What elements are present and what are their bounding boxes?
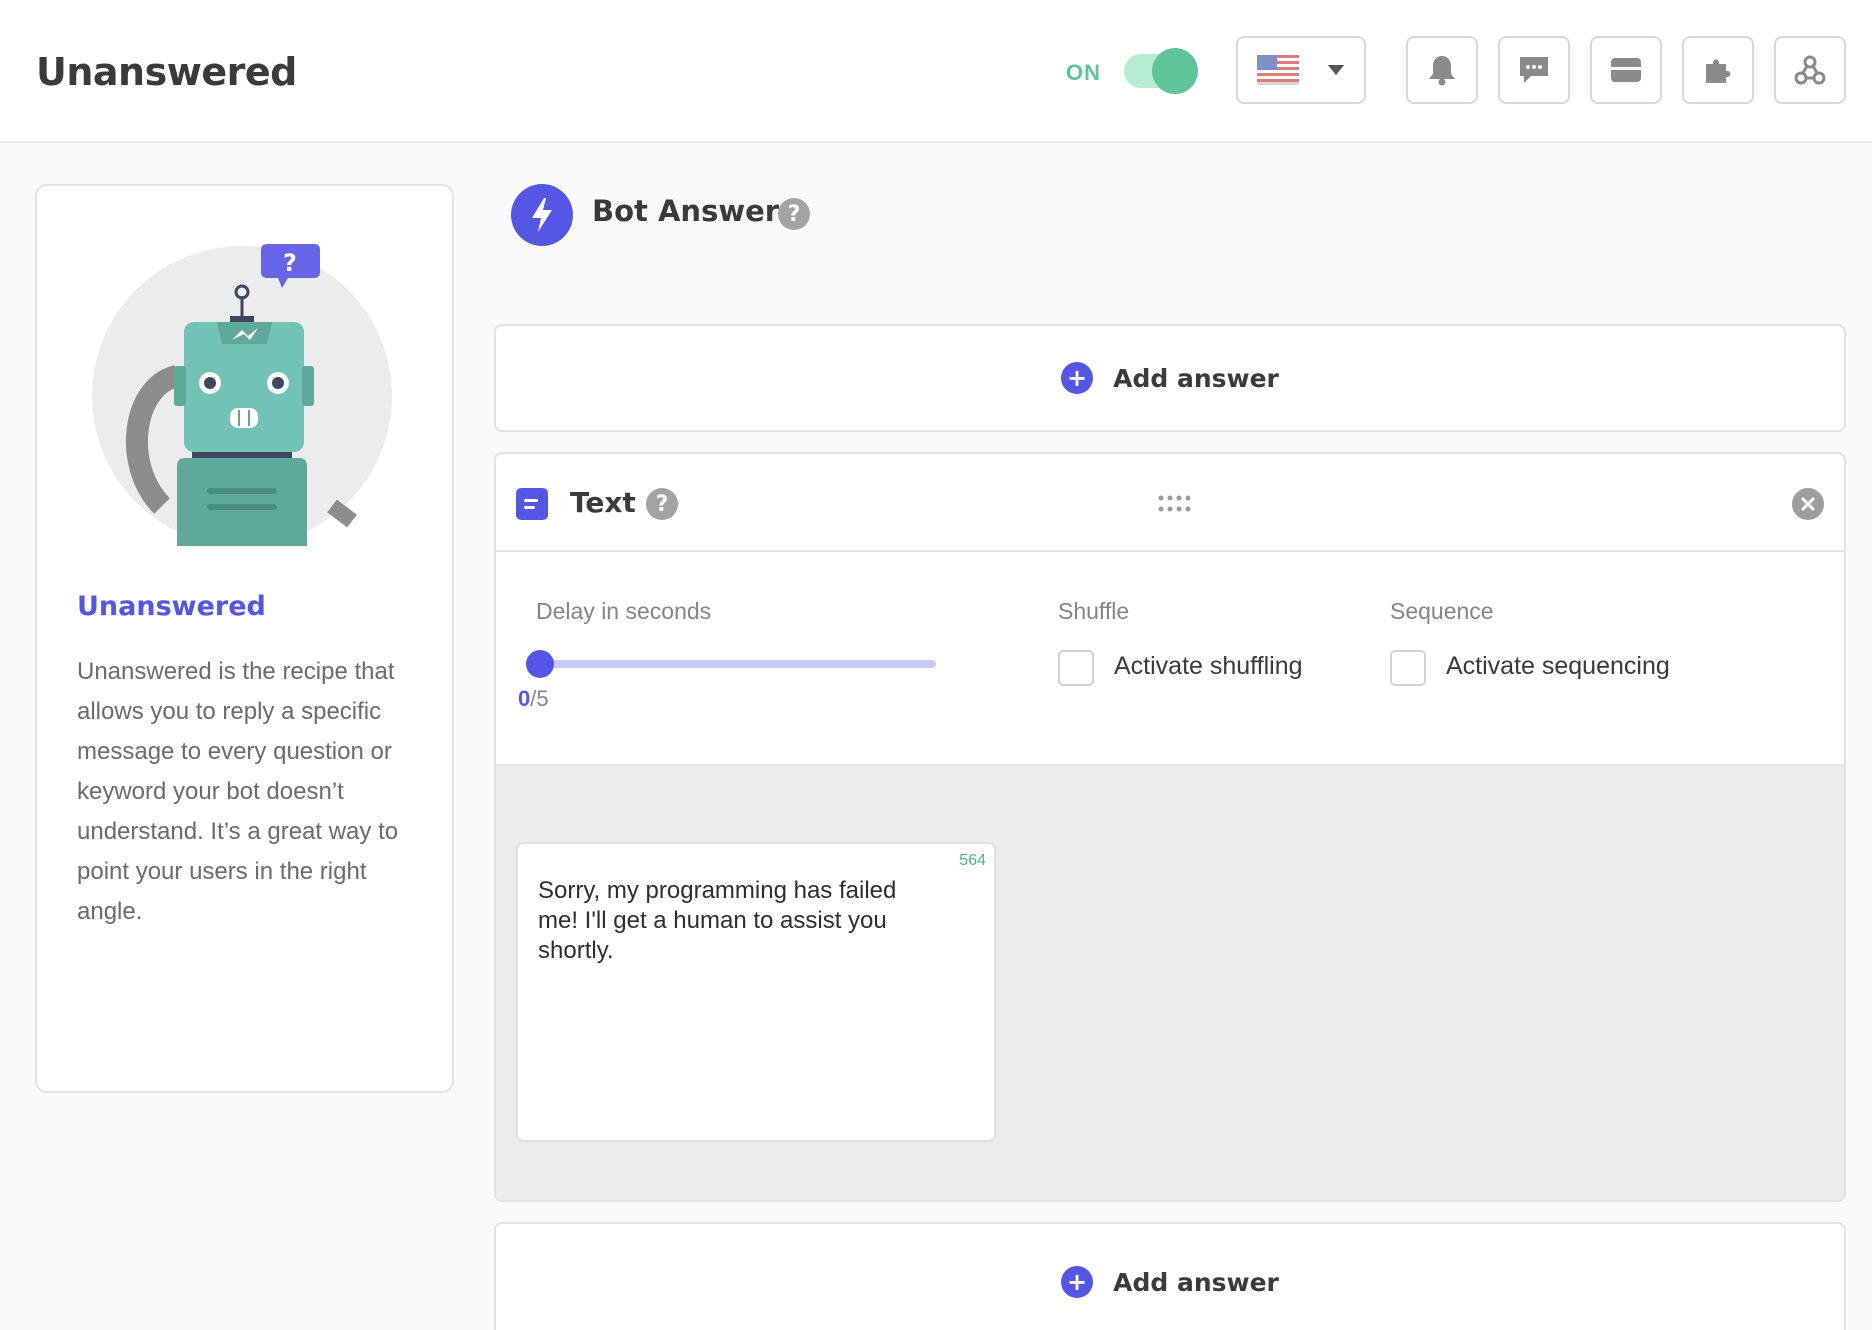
message-textarea[interactable]: 564 Sorry, my programming has failed me!… bbox=[516, 842, 996, 1142]
recipe-title: Unanswered bbox=[77, 591, 266, 622]
page-title: Unanswered bbox=[36, 50, 297, 94]
text-type-icon bbox=[516, 488, 548, 520]
recipe-description: Unanswered is the recipe that allows you… bbox=[77, 658, 399, 925]
bot-answers-icon bbox=[511, 184, 573, 246]
delay-max-value: /5 bbox=[530, 686, 549, 711]
add-answer-label: Add answer bbox=[1113, 1267, 1279, 1297]
inbox-icon bbox=[1611, 58, 1641, 82]
webhook-icon bbox=[1794, 55, 1826, 85]
char-count: 564 bbox=[959, 852, 986, 869]
inbox-button[interactable] bbox=[1590, 36, 1662, 104]
text-card-help-icon[interactable]: ? bbox=[646, 488, 678, 520]
recipe-info-card: ? Unanswered Unanswered is the recipe th… bbox=[35, 184, 454, 1093]
shuffle-checkbox-label[interactable]: Activate shuffling bbox=[1114, 652, 1303, 681]
recipe-toggle[interactable] bbox=[1124, 48, 1198, 94]
bot-answers-help-icon[interactable]: ? bbox=[778, 198, 810, 230]
chat-icon bbox=[1520, 57, 1548, 83]
chevron-down-icon bbox=[1328, 65, 1344, 75]
sequence-checkbox[interactable] bbox=[1390, 650, 1426, 686]
remove-answer-button[interactable] bbox=[1792, 488, 1824, 520]
delay-slider[interactable] bbox=[526, 648, 946, 680]
message-content-area: 564 Sorry, my programming has failed me!… bbox=[496, 766, 1844, 1200]
add-answer-button-bottom[interactable]: + Add answer bbox=[494, 1222, 1846, 1330]
bot-answers-title: Bot Answers bbox=[592, 194, 797, 228]
add-answer-label: Add answer bbox=[1113, 363, 1279, 393]
shuffle-checkbox[interactable] bbox=[1058, 650, 1094, 686]
integrations-button[interactable] bbox=[1682, 36, 1754, 104]
delay-label: Delay in seconds bbox=[536, 598, 712, 624]
plus-icon: + bbox=[1061, 362, 1094, 394]
message-text[interactable]: Sorry, my programming has failed me! I'l… bbox=[538, 876, 938, 966]
drag-handle-icon[interactable] bbox=[1156, 492, 1192, 516]
lightning-icon bbox=[532, 198, 552, 232]
sequence-label: Sequence bbox=[1390, 598, 1494, 624]
chat-button[interactable] bbox=[1498, 36, 1570, 104]
us-flag-icon bbox=[1257, 55, 1299, 85]
delay-slider-track bbox=[536, 660, 936, 668]
text-card-header: Text ? bbox=[496, 454, 1844, 552]
add-answer-button-top[interactable]: + Add answer bbox=[494, 324, 1846, 432]
language-selector[interactable] bbox=[1236, 36, 1366, 104]
delay-slider-thumb[interactable] bbox=[526, 650, 554, 678]
sequence-checkbox-label[interactable]: Activate sequencing bbox=[1446, 652, 1670, 681]
toggle-knob bbox=[1152, 48, 1198, 94]
toggle-status-label: ON bbox=[1066, 60, 1101, 85]
close-icon bbox=[1801, 497, 1815, 511]
top-header: Unanswered ON bbox=[0, 0, 1872, 143]
shuffle-label: Shuffle bbox=[1058, 598, 1130, 624]
text-card-settings: Delay in seconds 0/5 Shuffle Activate sh… bbox=[496, 552, 1844, 766]
delay-value: 0/5 bbox=[518, 686, 549, 712]
bell-icon bbox=[1429, 56, 1455, 86]
text-card-title: Text bbox=[570, 486, 636, 519]
notifications-button[interactable] bbox=[1406, 36, 1478, 104]
webhooks-button[interactable] bbox=[1774, 36, 1846, 104]
delay-current-value: 0 bbox=[518, 686, 531, 711]
puzzle-icon bbox=[1706, 59, 1731, 83]
robot-question-illustration: ? bbox=[92, 244, 392, 546]
plus-icon: + bbox=[1061, 1266, 1094, 1298]
text-answer-card: Text ? Delay in seconds 0/5 Shuffle Acti… bbox=[494, 452, 1846, 1202]
svg-text:?: ? bbox=[283, 249, 297, 277]
